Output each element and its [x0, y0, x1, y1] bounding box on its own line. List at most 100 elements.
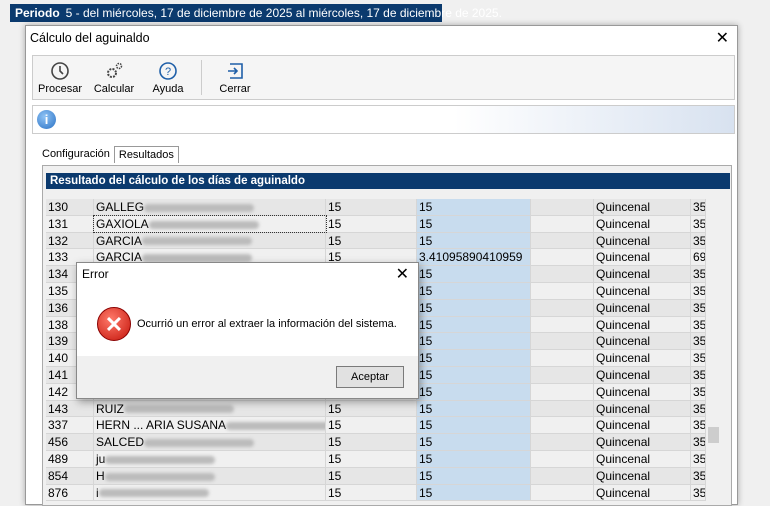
scroll-thumb[interactable] [708, 427, 719, 443]
cell-text: H [96, 468, 105, 483]
vertical-scrollbar[interactable] [706, 199, 721, 499]
cell-text: 876 [48, 485, 69, 500]
cell-col6: Quincenal [594, 232, 691, 249]
table-row[interactable]: 489 ju 15 15 Quincenal 35 [46, 450, 706, 468]
cell-text: 15 [419, 367, 433, 382]
period-bar: Periodo 5 - del miércoles, 17 de diciembr… [10, 4, 502, 22]
cell-col3: 15 [326, 400, 417, 417]
cell-col5 [531, 299, 594, 316]
cell-text: GALLEG [96, 200, 145, 214]
cell-text: 15 [328, 216, 342, 231]
cell-text: Quincenal [596, 485, 651, 500]
cell-col4: 15 [417, 450, 531, 467]
cell-col2: GALLEG [94, 199, 326, 215]
period-value[interactable]: 5 - del miércoles, 17 de diciembre de 20… [66, 6, 502, 20]
cell-text: Quincenal [596, 451, 651, 466]
cell-text: SALCED [96, 435, 145, 450]
cell-col5 [531, 316, 594, 333]
window-close-button[interactable]: ✕ [716, 28, 729, 48]
cell-col5 [531, 266, 594, 282]
cell-col5 [531, 467, 594, 484]
cell-text: 337 [48, 418, 69, 433]
cell-col7: 35 [691, 316, 706, 333]
cell-text: 15 [328, 451, 342, 466]
cell-col1: 456 [46, 434, 94, 450]
cell-text: Quincenal [596, 367, 651, 382]
cell-col7: 35 [691, 266, 706, 282]
procesar-button[interactable]: Procesar [33, 56, 87, 99]
cell-col7: 35 [691, 484, 706, 501]
cell-col6: Quincenal [594, 333, 691, 350]
table-row[interactable]: 130 GALLEG 15 15 Quincenal 35 [46, 199, 706, 216]
aceptar-button[interactable]: Aceptar [336, 366, 404, 388]
cell-text: 35 [693, 401, 706, 416]
cell-col4: 15 [417, 434, 531, 450]
period-label: Periodo [15, 6, 60, 20]
cell-text: 35 [693, 317, 706, 332]
cell-col5 [531, 333, 594, 350]
cell-col2: GARCIA [94, 232, 326, 249]
cell-col6: Quincenal [594, 417, 691, 434]
cell-col2: i [94, 484, 326, 501]
table-row[interactable]: 456 SALCED 15 15 Quincenal 35 [46, 434, 706, 451]
cell-text: 15 [419, 317, 433, 332]
cell-col7: 35 [691, 450, 706, 467]
cell-text: 15 [328, 435, 342, 450]
help-icon: ? [159, 62, 177, 80]
cell-col1: 489 [46, 450, 94, 467]
cell-col2: H [94, 467, 326, 484]
cell-text: 35 [693, 451, 706, 466]
cell-text: Quincenal [596, 250, 651, 265]
cell-text: 142 [48, 384, 69, 399]
cell-text: 854 [48, 468, 69, 483]
cell-col4: 15 [417, 333, 531, 350]
cell-text: Quincenal [596, 233, 651, 248]
cell-col4: 15 [417, 383, 531, 400]
table-row[interactable]: 337 HERN ... ARIA SUSANA 15 15 Quincenal 35 [46, 417, 706, 435]
cell-text: RUIZ [96, 401, 124, 416]
table-row[interactable]: 132 GARCIA 15 15 Quincenal 35 [46, 232, 706, 250]
cerrar-button[interactable]: Cerrar [208, 56, 262, 99]
cell-col7: 35 [691, 467, 706, 484]
cell-text: Quincenal [596, 435, 651, 450]
cell-text: 35 [693, 351, 706, 366]
cell-col5 [531, 215, 594, 232]
cell-text: Quincenal [596, 351, 651, 366]
table-row[interactable]: 131 GAXIOLA 15 15 Quincenal 35 [46, 214, 706, 233]
cell-text: 35 [693, 367, 706, 382]
cell-col4: 15 [417, 467, 531, 484]
cell-col7: 35 [691, 215, 706, 232]
toolbar: Procesar Calcular ? Ayuda Cerrar [32, 55, 735, 100]
cell-col3: 15 [326, 215, 417, 232]
tab-resultados[interactable]: Resultados [113, 146, 179, 163]
table-row[interactable]: 143 RUIZ 15 15 Quincenal 35 [46, 400, 706, 418]
cell-col6: Quincenal [594, 282, 691, 299]
cell-text: Quincenal [596, 200, 651, 214]
cell-text: 15 [419, 351, 433, 366]
cell-text: 15 [419, 216, 433, 231]
table-row[interactable]: 854 H 15 15 Quincenal 35 [46, 467, 706, 485]
cell-col4: 15 [417, 484, 531, 501]
cell-col5 [531, 232, 594, 249]
tab-configuracion[interactable]: Configuración [38, 146, 114, 163]
cell-col3: 15 [326, 232, 417, 249]
cell-text: 15 [419, 384, 433, 399]
error-close-button[interactable]: ✕ [396, 264, 409, 284]
cell-text: Quincenal [596, 418, 651, 433]
cell-text: Quincenal [596, 267, 651, 282]
cell-text: 133 [48, 250, 69, 265]
cell-col5 [531, 350, 594, 366]
cell-col2: SALCED [94, 434, 326, 450]
redacted-name [105, 455, 216, 464]
cell-col2: RUIZ [94, 400, 326, 417]
ayuda-button[interactable]: ? Ayuda [141, 56, 195, 99]
cell-col6: Quincenal [594, 316, 691, 333]
redacted-name [144, 203, 255, 212]
cell-col4: 15 [417, 417, 531, 434]
calcular-button[interactable]: Calcular [87, 56, 141, 99]
cell-text: Quincenal [596, 468, 651, 483]
cell-col7: 35 [691, 417, 706, 434]
cell-text: 456 [48, 435, 69, 450]
cell-text: 35 [693, 233, 706, 248]
cell-text: 136 [48, 300, 69, 315]
